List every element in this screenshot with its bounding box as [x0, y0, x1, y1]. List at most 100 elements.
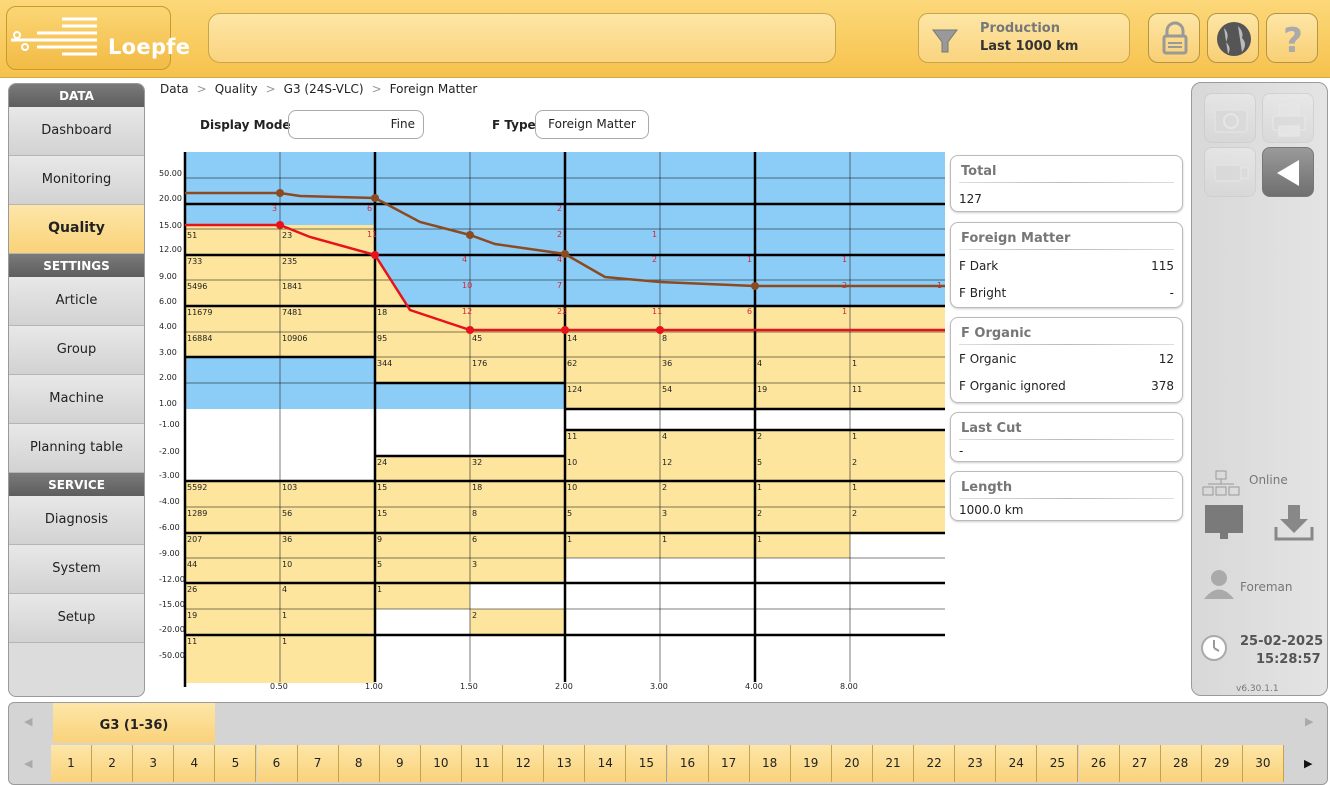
display-mode-select[interactable]: Fine — [288, 110, 424, 139]
spindle-scroll-right-icon[interactable]: ▶ — [1304, 757, 1312, 770]
cell-count: 95 — [377, 334, 387, 343]
nav-item-machine[interactable]: Machine — [9, 375, 144, 424]
matrix-cell — [755, 456, 850, 481]
back-button[interactable] — [1262, 147, 1314, 197]
x-tick-label: 3.00 — [650, 682, 668, 691]
cut-count: 22 — [557, 307, 567, 316]
cell-count: 12 — [662, 458, 672, 467]
cell-count: 5496 — [187, 282, 207, 291]
spindle-button-5[interactable]: 5 — [215, 745, 257, 782]
cell-count: 4 — [757, 359, 762, 368]
cell-count: 5 — [567, 509, 572, 518]
spindle-button-25[interactable]: 25 — [1037, 745, 1079, 782]
language-button[interactable] — [1207, 13, 1259, 63]
download-icon[interactable] — [1274, 503, 1314, 543]
cell-count: 4 — [662, 432, 667, 441]
y-tick-label: -1.00 — [159, 420, 180, 429]
spindle-button-21[interactable]: 21 — [873, 745, 914, 782]
spindle-button-16[interactable]: 16 — [667, 745, 709, 782]
spindle-button-17[interactable]: 17 — [708, 745, 750, 782]
scroll-right-icon[interactable]: ▶ — [1305, 715, 1313, 728]
nav-item-diagnosis[interactable]: Diagnosis — [9, 496, 144, 545]
spindle-button-6[interactable]: 6 — [256, 745, 298, 782]
cell-count: 3 — [472, 560, 477, 569]
spindle-button-22[interactable]: 22 — [914, 745, 956, 782]
spindle-bar: ◀ G3 (1-36) ▶ ◀ 1 2 3 4 5 6 7 8 9 10 11 12 13 14 15 16 1… — [8, 702, 1328, 785]
ftype-select[interactable]: Foreign Matter — [535, 110, 649, 139]
breadcrumb-item[interactable]: G3 (24S-VLC) — [284, 82, 364, 96]
spindle-button-20[interactable]: 20 — [831, 745, 873, 782]
nav-item-article[interactable]: Article — [9, 277, 144, 326]
nav-item-planning-table[interactable]: Planning table — [9, 424, 144, 473]
spindle-button-27[interactable]: 27 — [1119, 745, 1161, 782]
matrix-cell — [755, 481, 850, 507]
matrix-cell — [565, 507, 660, 533]
nav-item-setup[interactable]: Setup — [9, 594, 144, 643]
breadcrumb-item[interactable]: Data — [160, 82, 189, 96]
divider — [959, 344, 1174, 345]
breadcrumb-item: Foreign Matter — [389, 82, 478, 96]
logo-text: Loepfe — [108, 35, 191, 59]
divider — [959, 439, 1174, 440]
cell-count: 235 — [282, 257, 297, 266]
cell-count: 2 — [662, 483, 667, 492]
spindle-button-19[interactable]: 19 — [790, 745, 832, 782]
spindle-button-9[interactable]: 9 — [379, 745, 421, 782]
cell-count: 344 — [377, 359, 392, 368]
spindle-button-4[interactable]: 4 — [174, 745, 216, 782]
scroll-left-icon[interactable]: ◀ — [24, 715, 32, 728]
spindle-button-7[interactable]: 7 — [297, 745, 339, 782]
spindle-button-1[interactable]: 1 — [51, 745, 92, 782]
matrix-cell — [850, 383, 945, 409]
monitor-icon[interactable] — [1204, 503, 1246, 543]
camera-button[interactable] — [1204, 93, 1256, 143]
breadcrumb-item[interactable]: Quality — [215, 82, 258, 96]
y-tick-label: -12.00 — [159, 575, 185, 584]
help-button[interactable]: ? — [1266, 13, 1318, 63]
spindle-button-2[interactable]: 2 — [92, 745, 134, 782]
matrix-cell — [280, 507, 375, 533]
spindle-button-12[interactable]: 12 — [503, 745, 545, 782]
nav-item-quality[interactable]: Quality — [9, 205, 144, 254]
spindle-button-23[interactable]: 23 — [955, 745, 997, 782]
matrix-cell — [470, 533, 565, 558]
quality-matrix-chart[interactable]: 50.0020.0015.0012.009.006.004.003.002.00… — [155, 152, 945, 692]
nav-item-dashboard[interactable]: Dashboard — [9, 107, 144, 156]
red-curve-point — [371, 251, 379, 259]
cut-count: 2 — [557, 204, 562, 213]
spindle-button-13[interactable]: 13 — [544, 745, 586, 782]
lock-button[interactable] — [1148, 13, 1200, 63]
spindle-button-26[interactable]: 26 — [1078, 745, 1120, 782]
matrix-cell — [755, 507, 850, 533]
nav-item-monitoring[interactable]: Monitoring — [9, 156, 144, 205]
nav-item-system[interactable]: System — [9, 545, 144, 594]
length-value: 1000.0 km — [959, 503, 1024, 517]
cell-count: 15 — [377, 509, 387, 518]
spindle-button-15[interactable]: 15 — [626, 745, 668, 782]
spindle-button-10[interactable]: 10 — [420, 745, 462, 782]
matrix-cell — [470, 558, 565, 583]
nav-item-group[interactable]: Group — [9, 326, 144, 375]
spindle-button-11[interactable]: 11 — [462, 745, 503, 782]
spindle-button-3[interactable]: 3 — [133, 745, 175, 782]
spindle-button-30[interactable]: 30 — [1242, 745, 1284, 782]
spindle-button-24[interactable]: 24 — [996, 745, 1038, 782]
spindle-scroll-left-icon[interactable]: ◀ — [24, 757, 32, 770]
spindle-button-29[interactable]: 29 — [1201, 745, 1243, 782]
spindle-button-18[interactable]: 18 — [749, 745, 791, 782]
y-tick-label: -4.00 — [159, 497, 180, 506]
spindle-button-28[interactable]: 28 — [1160, 745, 1202, 782]
filter-line2: Last 1000 km — [980, 39, 1079, 54]
network-icon — [1202, 470, 1240, 496]
cell-count: 9 — [377, 535, 382, 544]
spindle-button-14[interactable]: 14 — [585, 745, 627, 782]
usb-button[interactable] — [1204, 147, 1256, 197]
group-tab[interactable]: G3 (1-36) — [53, 703, 215, 743]
cell-count: 2 — [757, 509, 762, 518]
spindle-button-8[interactable]: 8 — [338, 745, 380, 782]
matrix-cell — [755, 383, 850, 409]
cell-count: 176 — [472, 359, 487, 368]
printer-icon — [1272, 103, 1306, 137]
print-button[interactable] — [1262, 93, 1314, 143]
filter-button[interactable]: Production Last 1000 km — [918, 13, 1130, 63]
